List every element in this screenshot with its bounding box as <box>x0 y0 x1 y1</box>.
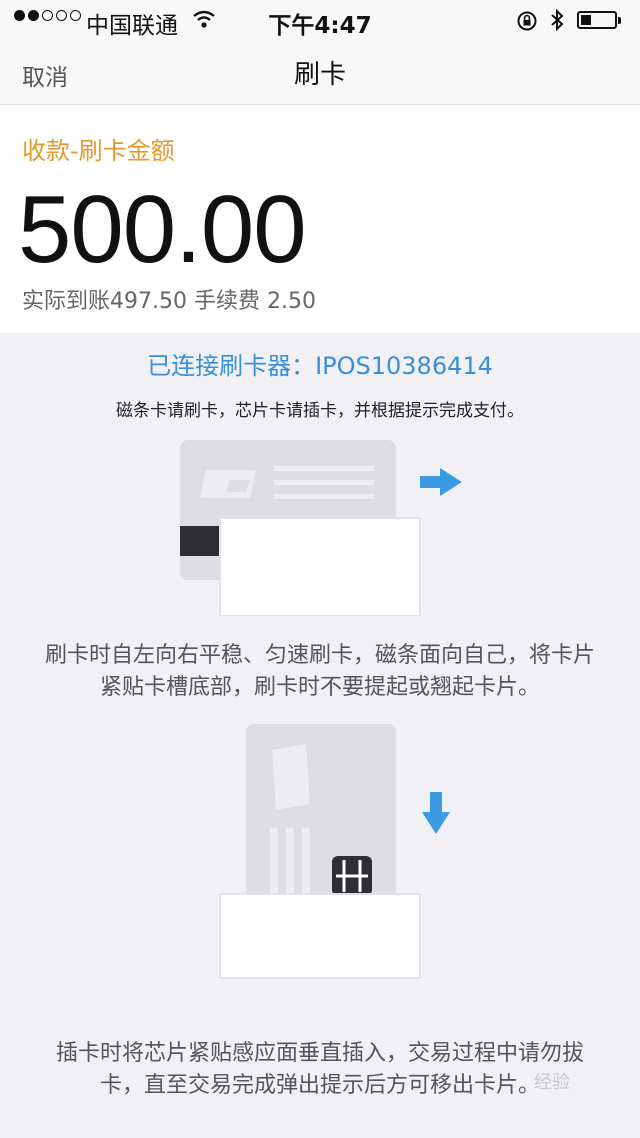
swipe-instruction-line: 紧贴卡槽底部，刷卡时不要提起或翘起卡片。 <box>99 675 540 700</box>
payment-tip: 磁条卡请刷卡，芯片卡请插卡，并根据提示完成支付。 <box>116 401 524 421</box>
nav-bar: 取消 刷卡 <box>0 40 640 105</box>
rotation-lock-icon <box>516 10 538 38</box>
swipe-instructions: 刷卡时自左向右平稳、匀速刷卡，磁条面向自己，将卡片 紧贴卡槽底部，刷卡时不要提起… <box>0 640 640 704</box>
page-title: 刷卡 <box>293 60 346 90</box>
swipe-card-illustration <box>170 436 480 617</box>
status-time: 下午4:47 <box>268 13 372 39</box>
insert-instruction-line: 插卡时将芯片紧贴感应面垂直插入，交易过程中请勿拔 <box>55 1041 584 1066</box>
right-arrow-icon <box>420 468 462 496</box>
status-bar: 中国联通 下午4:47 <box>0 0 640 40</box>
amount-value: 500.00 <box>18 176 307 283</box>
amount-detail: 实际到账497.50 手续费 2.50 <box>22 289 316 314</box>
down-arrow-icon <box>422 792 450 834</box>
swipe-instruction-line: 刷卡时自左向右平稳、匀速刷卡，磁条面向自己，将卡片 <box>44 643 595 668</box>
amount-label: 收款-刷卡金额 <box>22 137 175 165</box>
bluetooth-icon <box>550 8 564 38</box>
amount-panel: 收款-刷卡金额 500.00 实际到账497.50 手续费 2.50 <box>0 105 640 333</box>
watermark: 经验 <box>534 1072 570 1093</box>
card-reader-status: 已连接刷卡器：IPOS10386414 <box>147 352 493 380</box>
battery-icon <box>577 11 621 29</box>
insert-card-illustration <box>210 720 480 980</box>
